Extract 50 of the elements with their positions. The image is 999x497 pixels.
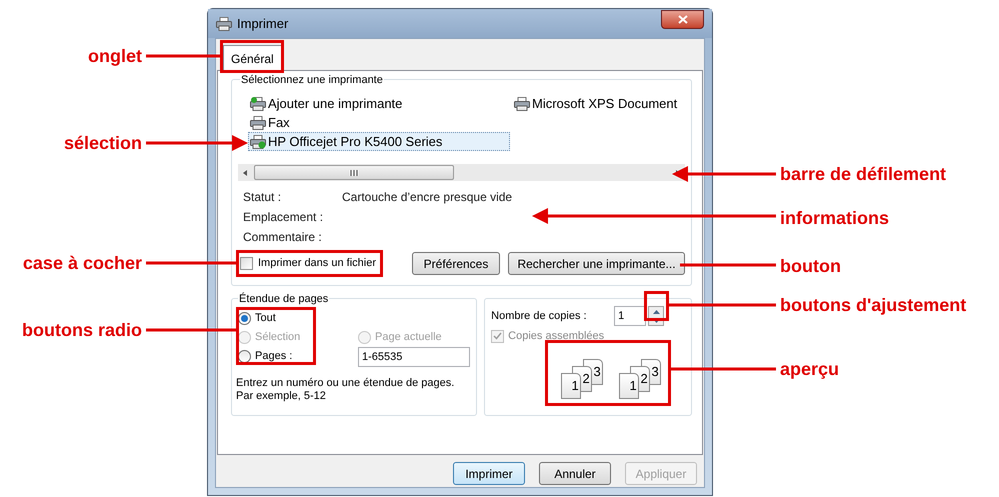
printer-plus-icon [250, 96, 266, 110]
copies-label: Nombre de copies : [491, 308, 588, 324]
window-title: Imprimer [237, 14, 288, 33]
printer-icon [216, 16, 232, 30]
radio-button[interactable]: Tout [238, 309, 358, 327]
hint-text: Par exemple, 5-12 [236, 390, 327, 403]
printer-item[interactable]: Ajouter une imprimante [248, 94, 512, 113]
info-label: Statut : [243, 189, 282, 206]
highlight-frame [220, 40, 284, 73]
callout-label: onglet [87, 45, 142, 68]
checkmark-icon [493, 332, 502, 340]
callout-label: barre de défilement [780, 163, 946, 186]
fax-icon [250, 116, 266, 130]
callout-label: aperçu [780, 358, 840, 381]
group-title: Étendue de pages [238, 291, 330, 308]
callout-label: bouton [780, 255, 841, 278]
info-value: Cartouche d’encre presque vide [342, 189, 512, 206]
hint-text: Entrez un numéro ou une étendue de pages. [236, 377, 456, 390]
highlight-frame [644, 291, 669, 321]
printer-check-icon [250, 134, 266, 148]
up-arrow-icon[interactable] [652, 310, 660, 314]
dialog-button[interactable]: Rechercher une imprimante... [508, 252, 685, 275]
info-label: Emplacement : [243, 209, 324, 226]
callout-label: case à cocher [22, 252, 142, 275]
tab[interactable]: Général [223, 45, 282, 71]
scroll-thumb[interactable] [254, 165, 454, 180]
page-thumbnail: 1 [561, 373, 582, 399]
horizontal-scrollbar[interactable] [238, 164, 685, 181]
printer-item[interactable]: Fax [248, 113, 512, 132]
printer-item[interactable]: Microsoft XPS Document [512, 94, 680, 113]
radio-button[interactable]: Pages : [238, 347, 358, 365]
callout-label: sélection [62, 132, 142, 155]
dialog-button[interactable]: Imprimer [453, 462, 525, 485]
printer-icon [514, 96, 530, 110]
close-icon [678, 15, 688, 24]
checkbox[interactable]: Imprimer dans un fichier [240, 255, 412, 272]
pages-input[interactable]: 1-65535 [358, 347, 470, 367]
callout-label: informations [780, 207, 890, 230]
dialog-button[interactable]: Préférences [412, 252, 500, 275]
group-title: Sélectionnez une imprimante [240, 72, 384, 88]
callout-label: boutons radio [21, 319, 142, 342]
dialog-button[interactable]: Annuler [539, 462, 611, 485]
close-button[interactable] [661, 10, 704, 29]
down-arrow-icon[interactable] [652, 318, 660, 322]
printer-item[interactable]: HP Officejet Pro K5400 Series [248, 132, 510, 151]
callout-label: boutons d'ajustement [780, 294, 966, 317]
copies-input[interactable]: 1 [614, 306, 646, 326]
grip-icon [350, 170, 358, 176]
page-thumbnail: 1 [619, 373, 640, 399]
info-label: Commentaire : [243, 229, 323, 246]
